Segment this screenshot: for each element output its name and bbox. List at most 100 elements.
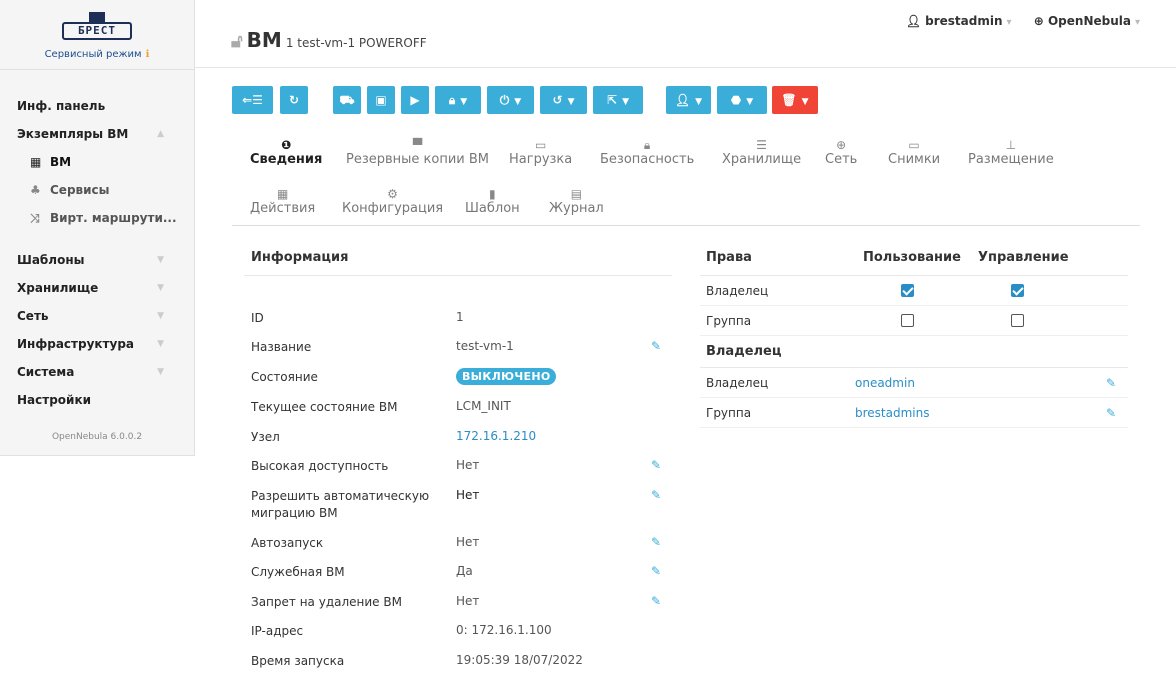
sidebar-item-templates[interactable]: Шаблоны ▼ bbox=[0, 246, 194, 274]
cog-icon: ⚙ bbox=[387, 187, 398, 201]
sidebar-item-label: ВМ bbox=[50, 155, 72, 169]
edit-icon[interactable]: ✎ bbox=[1106, 368, 1116, 398]
deploy-button[interactable]: ⛟ bbox=[333, 86, 361, 114]
info-key: Текущее состояние ВМ bbox=[251, 400, 398, 414]
edit-icon[interactable]: ✎ bbox=[651, 564, 661, 578]
edit-icon[interactable]: ✎ bbox=[1106, 398, 1116, 428]
service-mode-label: Сервисный режим ℹ bbox=[0, 49, 194, 60]
share-icon: ⇱ bbox=[607, 93, 618, 107]
sidebar-subitem-vrouters[interactable]: ⤨ Вирт. маршрути... bbox=[0, 204, 194, 232]
info-value: Да bbox=[456, 564, 473, 578]
power-dropdown[interactable]: ⏻ ▼ bbox=[487, 86, 534, 114]
chevron-down-icon: ▼ bbox=[157, 283, 164, 293]
delete-dropdown[interactable]: 🗑︎ ▼ bbox=[772, 86, 818, 114]
globe-icon: ⊕ bbox=[1033, 14, 1044, 28]
chevron-down-icon: ▼ bbox=[157, 339, 164, 349]
edit-icon[interactable]: ✎ bbox=[651, 594, 661, 608]
file-icon: ▮ bbox=[489, 187, 496, 201]
status-badge: ВЫКЛЮЧЕНО bbox=[456, 368, 557, 385]
user-icon: 👤︎ bbox=[674, 93, 691, 107]
sidebar-item-label: Сервисы bbox=[50, 183, 110, 197]
tab-template[interactable]: ▮ Шаблон bbox=[465, 187, 520, 216]
tab-configuration[interactable]: ⚙ Конфигурация bbox=[342, 187, 443, 216]
edit-icon[interactable]: ✎ bbox=[651, 488, 661, 502]
ownership-label: Группа bbox=[706, 406, 752, 420]
tab-info[interactable]: ❶ Сведения bbox=[250, 138, 322, 167]
tab-capacity[interactable]: ▭ Нагрузка bbox=[509, 138, 572, 167]
save-button[interactable]: ▣ bbox=[367, 86, 395, 114]
group-link[interactable]: brestadmins bbox=[855, 398, 929, 428]
logo-text: БРЕСТ bbox=[62, 22, 132, 40]
play-button[interactable]: ▶ bbox=[401, 86, 429, 114]
sidebar-item-settings[interactable]: Настройки bbox=[0, 386, 194, 414]
sidebar-item-label: Хранилище bbox=[17, 281, 99, 295]
permissions-header: Права Пользование Управление bbox=[700, 240, 1128, 276]
info-key: Время запуска bbox=[251, 654, 345, 668]
sidebar-item-network[interactable]: Сеть ▼ bbox=[0, 302, 194, 330]
sidebar-item-dashboard[interactable]: Инф. панель bbox=[0, 92, 194, 120]
info-icon[interactable]: ℹ bbox=[146, 49, 150, 60]
tab-actions[interactable]: ▦ Действия bbox=[250, 187, 315, 216]
laptop-icon: ▭ bbox=[908, 138, 920, 152]
random-icon: ⤨ bbox=[30, 211, 40, 225]
tab-label: Действия bbox=[250, 201, 316, 216]
reboot-dropdown[interactable]: ↺ ▼ bbox=[540, 86, 587, 114]
info-value: 1 bbox=[456, 310, 464, 324]
ownership-row-owner: Владелец oneadmin ✎ bbox=[700, 368, 1128, 398]
back-button[interactable]: ⇐☰ bbox=[232, 86, 273, 114]
info-value: Нет bbox=[456, 535, 480, 549]
tab-snapshots[interactable]: ▭ Снимки bbox=[888, 138, 940, 167]
chevron-down-icon: ▾ bbox=[1134, 17, 1140, 28]
sidebar-item-system[interactable]: Система ▼ bbox=[0, 358, 194, 386]
sidebar-item-infrastructure[interactable]: Инфраструктура ▼ bbox=[0, 330, 194, 358]
labels-dropdown[interactable]: ⬣ ▼ bbox=[717, 86, 767, 114]
tab-backups[interactable]: ▀ Резервные копии ВМ bbox=[346, 138, 489, 167]
owner-dropdown[interactable]: 👤︎ ▼ bbox=[666, 86, 711, 114]
edit-icon[interactable]: ✎ bbox=[651, 339, 661, 353]
info-key: Состояние bbox=[251, 370, 318, 384]
tab-label: Нагрузка bbox=[509, 152, 573, 167]
owner-use-checkbox[interactable] bbox=[901, 284, 914, 297]
migrate-dropdown[interactable]: ⇱ ▼ bbox=[593, 86, 643, 114]
unlock-icon[interactable]: 🔓︎ bbox=[231, 31, 243, 52]
logo-crown-icon bbox=[89, 12, 105, 22]
group-manage-checkbox[interactable] bbox=[1011, 314, 1024, 327]
sidebar-subitem-services[interactable]: ♣ Сервисы bbox=[0, 176, 194, 204]
zone-dropdown[interactable]: ⊕ OpenNebula ▾ bbox=[1034, 14, 1140, 28]
caret-down-icon: ▼ bbox=[567, 97, 575, 107]
sidebar-subitem-vms[interactable]: ▦ ВМ bbox=[0, 148, 194, 176]
tab-network[interactable]: ⊕ Сеть bbox=[825, 138, 857, 167]
sidebar-item-storage[interactable]: Хранилище ▼ bbox=[0, 274, 194, 302]
lock-dropdown[interactable]: 🔒︎ ▼ bbox=[435, 86, 481, 114]
sitemap-icon: ⊥ bbox=[1005, 138, 1017, 152]
edit-icon[interactable]: ✎ bbox=[651, 535, 661, 549]
refresh-icon: ↻ bbox=[288, 93, 300, 107]
group-use-checkbox[interactable] bbox=[901, 314, 914, 327]
ownership-title: Владелец bbox=[706, 344, 782, 359]
info-panel: Информация ID 1 Название test-vm-1 ✎ Сос… bbox=[244, 240, 672, 668]
info-key: Запрет на удаление ВМ bbox=[251, 595, 402, 609]
tab-log[interactable]: ▤ Журнал bbox=[549, 187, 604, 216]
info-value: test-vm-1 bbox=[456, 339, 514, 353]
tab-storage[interactable]: ☰ Хранилище bbox=[722, 138, 801, 167]
info-key: Название bbox=[251, 340, 312, 354]
refresh-button[interactable]: ↻ bbox=[280, 86, 308, 114]
tab-label: Сеть bbox=[825, 152, 858, 167]
ownership-row-group: Группа brestadmins ✎ bbox=[700, 398, 1128, 428]
tab-label: Конфигурация bbox=[342, 201, 444, 216]
laptop-icon: ▭ bbox=[534, 138, 547, 152]
brand-logo[interactable]: БРЕСТ bbox=[62, 12, 132, 44]
user-dropdown[interactable]: 👤︎ brestadmin ▾ bbox=[906, 14, 1012, 28]
edit-icon[interactable]: ✎ bbox=[651, 458, 661, 472]
tab-placement[interactable]: ⊥ Размещение bbox=[968, 138, 1054, 167]
tab-security[interactable]: 🔒︎ Безопасность bbox=[600, 138, 694, 167]
version-label: OpenNebula 6.0.0.2 bbox=[51, 432, 143, 442]
user-icon: 👤︎ bbox=[905, 14, 921, 28]
info-key: Автозапуск bbox=[251, 536, 324, 550]
sidebar-item-label: Сеть bbox=[17, 309, 49, 323]
sidebar-item-vm-instances[interactable]: Экземпляры ВМ ▲ bbox=[0, 120, 194, 148]
host-link[interactable]: 172.16.1.210 bbox=[456, 429, 536, 443]
page-title: 🔓︎ ВМ 1 test-vm-1 POWEROFF bbox=[231, 28, 427, 52]
owner-link[interactable]: oneadmin bbox=[855, 368, 915, 398]
owner-manage-checkbox[interactable] bbox=[1011, 284, 1024, 297]
